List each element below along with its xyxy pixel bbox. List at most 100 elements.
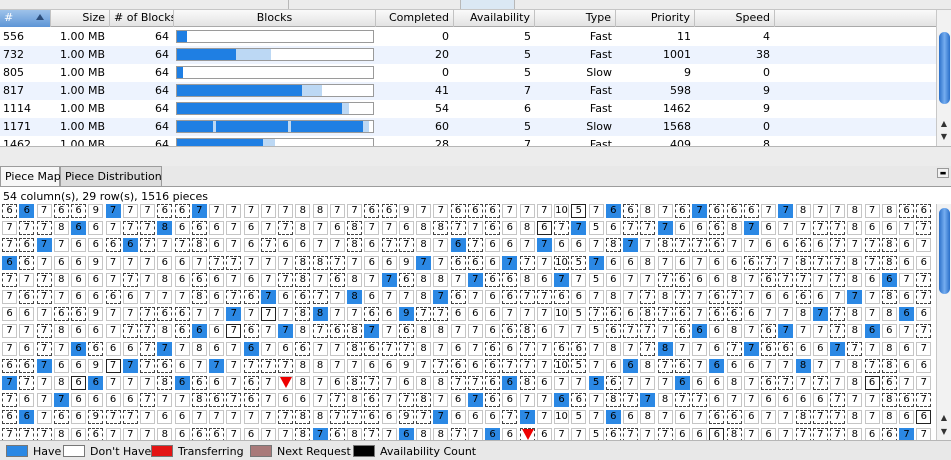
piece-cell[interactable]: 8 bbox=[191, 341, 207, 356]
piece-cell[interactable]: 7 bbox=[830, 221, 845, 236]
table-row[interactable]: 817 1.00 MB 64 41 7 Fast 598 9 bbox=[0, 82, 936, 100]
piece-cell[interactable]: 7 bbox=[830, 204, 845, 218]
piece-cell[interactable]: 8 bbox=[347, 221, 362, 236]
piece-cell[interactable]: 8 bbox=[881, 341, 897, 356]
piece-cell[interactable]: 6 bbox=[191, 376, 207, 390]
piece-cell[interactable]: 7 bbox=[53, 238, 69, 253]
piece-cell[interactable]: 6 bbox=[778, 290, 794, 304]
piece-cell[interactable]: 7 bbox=[2, 324, 17, 339]
piece-map-scroll-thumb[interactable] bbox=[939, 208, 950, 294]
piece-cell[interactable]: 6 bbox=[450, 238, 466, 253]
piece-cell[interactable]: 6 bbox=[381, 204, 397, 218]
piece-cell[interactable]: 6 bbox=[761, 221, 776, 236]
piece-cell[interactable]: 7 bbox=[554, 376, 569, 390]
piece-cell[interactable]: 9 bbox=[398, 358, 414, 373]
piece-cell[interactable]: 8 bbox=[640, 307, 656, 322]
piece-cell[interactable]: 5 bbox=[571, 204, 587, 218]
piece-cell[interactable]: 7 bbox=[588, 255, 604, 270]
piece-cell[interactable]: 8 bbox=[53, 427, 69, 440]
piece-cell[interactable]: 8 bbox=[157, 324, 173, 339]
piece-cell[interactable]: 7 bbox=[916, 221, 932, 236]
piece-cell[interactable]: 7 bbox=[364, 324, 380, 339]
piece-cell[interactable]: 6 bbox=[605, 376, 621, 390]
piece-cell[interactable]: 7 bbox=[588, 358, 604, 373]
piece-cell[interactable]: 8 bbox=[657, 290, 673, 304]
piece-cell[interactable]: 7 bbox=[226, 341, 242, 356]
piece-cell[interactable]: 7 bbox=[105, 204, 121, 218]
piece-cell[interactable]: 6 bbox=[209, 238, 224, 253]
piece-cell[interactable]: 7 bbox=[743, 221, 759, 236]
piece-cell[interactable]: 7 bbox=[226, 290, 242, 304]
piece-cell[interactable]: 7 bbox=[260, 272, 276, 287]
piece-cell[interactable]: 7 bbox=[122, 272, 138, 287]
piece-cell[interactable]: 8 bbox=[347, 376, 362, 390]
piece-cell[interactable]: 6 bbox=[19, 204, 35, 218]
piece-cell[interactable]: 7 bbox=[260, 410, 276, 425]
piece-cell[interactable]: 6 bbox=[916, 358, 932, 373]
piece-cell[interactable]: 7 bbox=[312, 427, 328, 440]
piece-cell[interactable]: 7 bbox=[761, 358, 776, 373]
piece-cell[interactable]: 6 bbox=[502, 290, 518, 304]
piece-cell[interactable]: 7 bbox=[502, 307, 518, 322]
piece-cell[interactable]: 6 bbox=[502, 221, 518, 236]
piece-cell[interactable]: 6 bbox=[692, 324, 707, 339]
piece-cell[interactable]: 8 bbox=[312, 307, 328, 322]
piece-cell[interactable]: 7 bbox=[657, 410, 673, 425]
piece-cell[interactable]: 7 bbox=[519, 393, 535, 408]
piece-cell[interactable]: 8 bbox=[295, 376, 311, 390]
piece-cell[interactable]: 7 bbox=[2, 427, 17, 440]
piece-cell[interactable]: 7 bbox=[778, 204, 794, 218]
piece-cell[interactable]: 7 bbox=[554, 221, 569, 236]
piece-cell[interactable]: 7 bbox=[916, 341, 932, 356]
piece-cell[interactable]: 7 bbox=[692, 204, 707, 218]
piece-cell[interactable]: 6 bbox=[191, 272, 207, 287]
piece-cell[interactable]: 9 bbox=[88, 204, 104, 218]
piece-cell[interactable]: 7 bbox=[381, 272, 397, 287]
piece-cell[interactable]: 7 bbox=[260, 324, 276, 339]
piece-cell[interactable]: 7 bbox=[467, 238, 483, 253]
piece-cell[interactable]: 7 bbox=[191, 255, 207, 270]
piece-cell[interactable]: 7 bbox=[226, 393, 242, 408]
piece-cell[interactable]: 7 bbox=[847, 341, 863, 356]
piece-cell[interactable]: 7 bbox=[122, 427, 138, 440]
piece-cell[interactable]: 7 bbox=[381, 221, 397, 236]
piece-cell[interactable]: 7 bbox=[778, 376, 794, 390]
piece-cell[interactable]: 7 bbox=[260, 376, 276, 390]
piece-cell[interactable]: 7 bbox=[347, 255, 362, 270]
piece-cell[interactable]: 7 bbox=[674, 341, 690, 356]
piece-cell[interactable]: 6 bbox=[812, 393, 828, 408]
piece-cell[interactable]: 8 bbox=[312, 358, 328, 373]
piece-cell[interactable]: 7 bbox=[830, 307, 845, 322]
piece-cell[interactable]: 7 bbox=[692, 290, 707, 304]
piece-cell[interactable]: 6 bbox=[295, 393, 311, 408]
piece-cell[interactable]: 7 bbox=[450, 272, 466, 287]
piece-cell[interactable]: 6 bbox=[105, 341, 121, 356]
piece-cell[interactable]: 7 bbox=[174, 290, 190, 304]
piece-cell[interactable]: 6 bbox=[502, 376, 518, 390]
piece-cell[interactable]: 7 bbox=[830, 238, 845, 253]
piece-cell[interactable]: 7 bbox=[830, 272, 845, 287]
piece-cell[interactable]: 7 bbox=[864, 393, 880, 408]
piece-cell[interactable]: 7 bbox=[2, 290, 17, 304]
piece-cell[interactable]: 7 bbox=[778, 255, 794, 270]
piece-cell[interactable]: 6 bbox=[467, 255, 483, 270]
piece-cell[interactable]: 6 bbox=[485, 427, 500, 440]
piece-cell[interactable]: 9 bbox=[88, 255, 104, 270]
piece-cell[interactable]: 7 bbox=[2, 376, 17, 390]
piece-cell[interactable]: 7 bbox=[812, 410, 828, 425]
piece-cell[interactable]: 7 bbox=[467, 427, 483, 440]
piece-cell[interactable]: 8 bbox=[347, 393, 362, 408]
piece-cell[interactable]: 7 bbox=[623, 238, 638, 253]
piece-cell[interactable]: 9 bbox=[88, 410, 104, 425]
piece-cell[interactable]: 7 bbox=[105, 324, 121, 339]
piece-cell[interactable]: 7 bbox=[899, 324, 914, 339]
piece-cell[interactable]: 7 bbox=[640, 376, 656, 390]
piece-cell[interactable]: 7 bbox=[519, 238, 535, 253]
piece-cell[interactable]: 7 bbox=[743, 376, 759, 390]
piece-cell[interactable]: 7 bbox=[554, 427, 569, 440]
piece-cell[interactable]: 7 bbox=[226, 307, 242, 322]
piece-cell[interactable]: 6 bbox=[916, 307, 932, 322]
piece-cell[interactable]: 7 bbox=[329, 255, 345, 270]
piece-cell[interactable]: 7 bbox=[226, 255, 242, 270]
piece-cell[interactable]: 6 bbox=[53, 358, 69, 373]
